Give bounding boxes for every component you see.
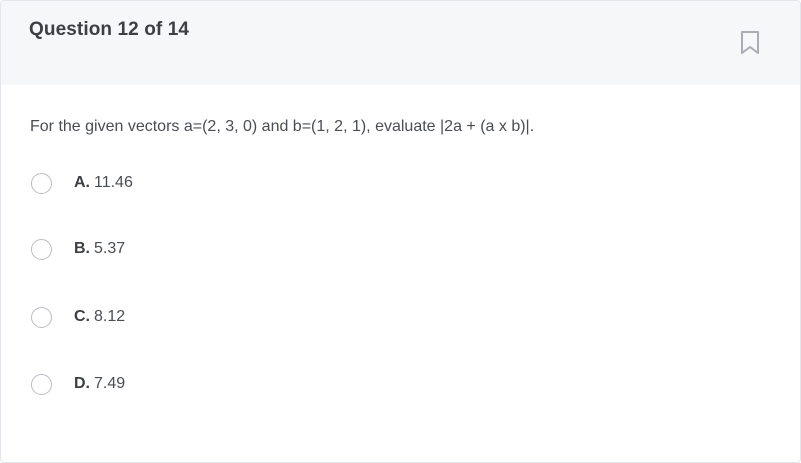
option-d[interactable]: D. 7.49 [31,370,125,398]
radio-button[interactable] [31,238,52,260]
question-card: Question 12 of 14 For the given vectors … [0,0,801,463]
option-letter: C. [74,308,90,325]
radio-button[interactable] [31,306,52,328]
radio-button[interactable] [31,172,52,194]
option-label: A. 11.46 [74,174,133,192]
option-value: 7.49 [94,375,126,392]
option-label: C. 8.12 [74,308,125,326]
option-value: 8.12 [94,308,126,325]
option-label: B. 5.37 [74,240,125,258]
option-a[interactable]: A. 11.46 [31,169,133,197]
bookmark-icon[interactable] [739,30,761,56]
option-b[interactable]: B. 5.37 [31,235,125,263]
option-letter: B. [74,240,90,257]
question-counter: Question 12 of 14 [29,19,190,40]
option-value: 11.46 [94,174,133,191]
option-value: 5.37 [94,240,126,257]
radio-button[interactable] [31,373,52,395]
question-header: Question 12 of 14 [1,1,800,85]
option-c[interactable]: C. 8.12 [31,303,125,331]
option-label: D. 7.49 [74,375,125,393]
option-letter: A. [74,174,90,191]
question-text: For the given vectors a=(2, 3, 0) and b=… [30,118,535,135]
option-letter: D. [74,375,90,392]
